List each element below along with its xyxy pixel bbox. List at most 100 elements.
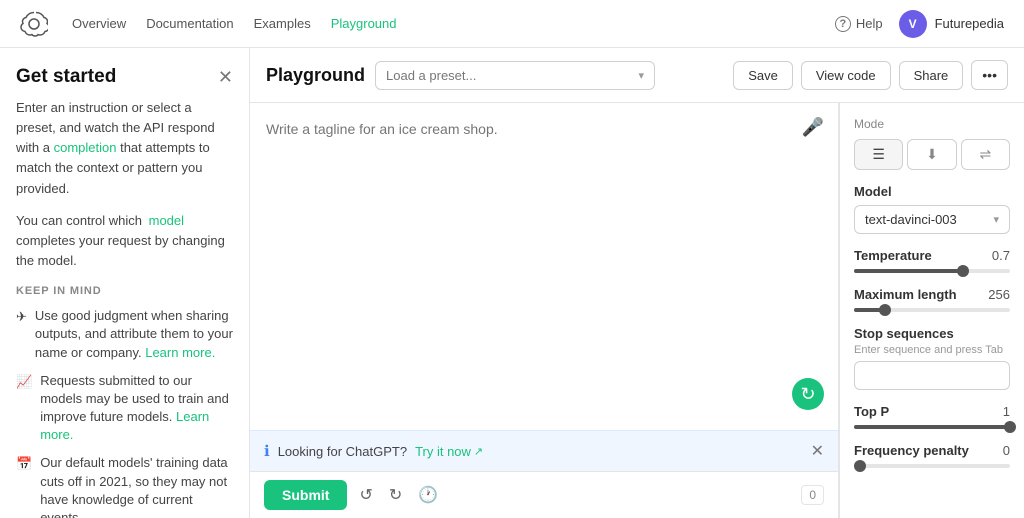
sidebar-header: Get started ✕ [16,66,233,88]
try-it-now-label: Try it now [415,444,471,459]
completion-link[interactable]: completion [54,140,117,155]
main-layout: Get started ✕ Enter an instruction or se… [0,48,1024,518]
generate-button[interactable]: ↻ [792,378,824,410]
temperature-label: Temperature [854,248,932,263]
top-p-slider-fill [854,425,1010,429]
user-menu[interactable]: V Futurepedia [899,10,1004,38]
mode-buttons: ☰ ⬇ ⇌ [854,139,1010,170]
refresh-button[interactable]: ↺ [355,481,376,509]
avatar: V [899,10,927,38]
view-code-button[interactable]: View code [801,61,891,90]
sidebar-desc-2: You can control which model completes yo… [16,211,233,271]
mode-label: Mode [854,117,1010,131]
settings-panel: Mode ☰ ⬇ ⇌ Model text-davinci-003 ▾ [839,103,1024,518]
calendar-icon: 📅 [16,455,32,473]
history-button[interactable]: 🕐 [414,481,442,509]
pulse-icon: 📈 [16,373,32,391]
text-panel: 🎤 ↻ ℹ Looking for ChatGPT? Try it now ↗ … [250,103,839,518]
external-link-icon: ↗ [474,445,483,458]
token-count: 0 [801,485,824,505]
freq-penalty-slider-track [854,464,1010,468]
freq-penalty-label: Frequency penalty [854,443,969,458]
max-length-section: Maximum length 256 [854,287,1010,312]
mode-text-button[interactable]: ☰ [854,139,903,170]
model-link[interactable]: model [149,213,184,228]
nav-link-examples[interactable]: Examples [254,16,311,31]
keep-in-mind-section: KEEP IN MIND ✈ Use good judgment when sh… [16,285,233,518]
top-p-slider-thumb[interactable] [1004,421,1016,433]
chevron-down-icon: ▾ [638,69,644,82]
nav-link-playground[interactable]: Playground [331,16,397,31]
banner-text: Looking for ChatGPT? [278,444,407,459]
redo-button[interactable]: ↻ [385,481,406,509]
max-length-slider-track [854,308,1010,312]
content-area: 🎤 ↻ ℹ Looking for ChatGPT? Try it now ↗ … [250,103,1024,518]
sidebar-close-button[interactable]: ✕ [218,67,233,88]
nav-link-documentation[interactable]: Documentation [146,16,233,31]
playground-textarea[interactable] [250,103,838,430]
sidebar-desc-1: Enter an instruction or select a preset,… [16,98,233,199]
model-chevron-icon: ▾ [993,213,999,226]
mic-icon[interactable]: 🎤 [802,117,824,138]
stop-seq-label: Stop sequences [854,326,1010,341]
model-value: text-davinci-003 [865,212,957,227]
help-label: Help [856,16,883,31]
temperature-slider-thumb[interactable] [957,265,969,277]
playground-title: Playground [266,65,365,86]
sidebar-title: Get started [16,66,116,88]
freq-penalty-section: Frequency penalty 0 [854,443,1010,468]
mode-section: Mode ☰ ⬇ ⇌ [854,117,1010,170]
top-nav: Overview Documentation Examples Playgrou… [0,0,1024,48]
model-section: Model text-davinci-003 ▾ [854,184,1010,234]
nav-links: Overview Documentation Examples Playgrou… [72,16,397,31]
temperature-slider-fill [854,269,963,273]
temperature-value: 0.7 [992,248,1010,263]
stop-sequences-section: Stop sequences Enter sequence and press … [854,326,1010,390]
freq-penalty-slider-thumb[interactable] [854,460,866,472]
top-p-slider-track [854,425,1010,429]
chatgpt-banner: ℹ Looking for ChatGPT? Try it now ↗ ✕ [250,430,838,471]
max-length-value: 256 [988,287,1010,302]
nav-link-overview[interactable]: Overview [72,16,126,31]
help-circle-icon: ? [835,16,851,32]
more-options-button[interactable]: ••• [971,60,1008,90]
bottom-bar: Submit ↺ ↻ 🕐 0 [250,471,838,518]
banner-close-button[interactable]: ✕ [811,441,824,461]
preset-dropdown[interactable]: Load a preset... ▾ [375,61,655,90]
max-length-slider-thumb[interactable] [879,304,891,316]
top-p-value: 1 [1003,404,1010,419]
max-length-label: Maximum length [854,287,957,302]
mode-insert-button[interactable]: ⬇ [907,139,956,170]
stop-seq-hint: Enter sequence and press Tab [854,344,1010,356]
preset-placeholder: Load a preset... [386,68,476,83]
temperature-section: Temperature 0.7 [854,248,1010,273]
playground-header: Playground Load a preset... ▾ Save View … [250,48,1024,103]
info-icon: ℹ [264,442,270,460]
learn-more-link-1[interactable]: Learn more. [145,345,215,360]
help-button[interactable]: ? Help [835,16,883,32]
freq-penalty-value: 0 [1003,443,1010,458]
list-item: ✈ Use good judgment when sharing outputs… [16,307,233,362]
nav-right: ? Help V Futurepedia [835,10,1004,38]
learn-more-link-2[interactable]: Learn more. [40,409,209,442]
list-item: 📈 Requests submitted to our models may b… [16,372,233,445]
playground-area: Playground Load a preset... ▾ Save View … [250,48,1024,518]
top-p-section: Top P 1 [854,404,1010,429]
share-button[interactable]: Share [899,61,964,90]
list-item: 📅 Our default models' training data cuts… [16,454,233,518]
model-label: Model [854,184,1010,199]
username: Futurepedia [935,16,1004,31]
top-p-label: Top P [854,404,889,419]
sidebar: Get started ✕ Enter an instruction or se… [0,48,250,518]
model-dropdown[interactable]: text-davinci-003 ▾ [854,205,1010,234]
save-button[interactable]: Save [733,61,793,90]
logo-icon[interactable] [20,10,48,38]
sidebar-items: ✈ Use good judgment when sharing outputs… [16,307,233,518]
submit-button[interactable]: Submit [264,480,347,510]
stop-seq-input[interactable] [854,361,1010,390]
keep-in-mind-label: KEEP IN MIND [16,285,233,297]
try-it-now-link[interactable]: Try it now ↗ [415,444,483,459]
temperature-slider-track [854,269,1010,273]
send-icon: ✈ [16,308,27,326]
mode-edit-button[interactable]: ⇌ [961,139,1010,170]
